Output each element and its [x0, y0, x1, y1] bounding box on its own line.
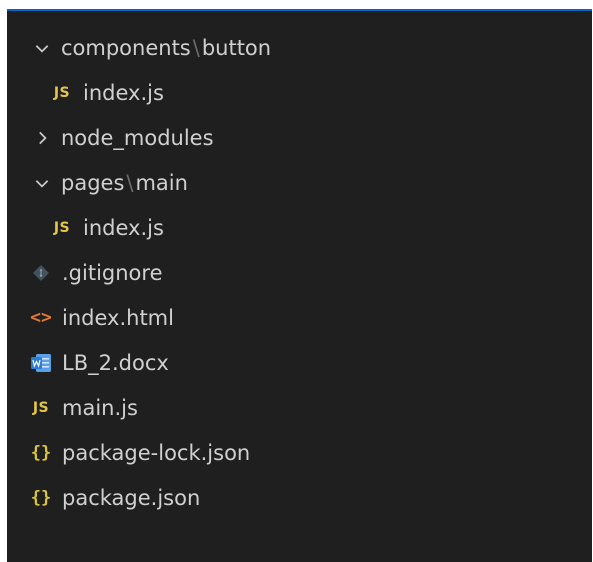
folder-node-modules[interactable]: node_modules [7, 115, 592, 160]
file-tree: components \ button JS index.js node_modul… [7, 25, 592, 520]
file-label: index.js [83, 215, 164, 240]
file-pages-main-index-js[interactable]: JS index.js [7, 205, 592, 250]
folder-label: pages [61, 170, 125, 195]
chevron-right-icon[interactable] [31, 127, 53, 149]
chevron-down-icon[interactable] [31, 172, 53, 194]
word-icon [29, 353, 53, 373]
js-icon: JS [53, 219, 71, 236]
file-package-lock-json[interactable]: {} package-lock.json [7, 430, 592, 475]
file-label: package-lock.json [62, 440, 251, 465]
file-explorer-panel: components \ button JS index.js node_modul… [7, 9, 592, 562]
js-icon: JS [32, 399, 50, 416]
html-icon: <> [30, 307, 52, 328]
file-gitignore[interactable]: .gitignore [7, 250, 592, 295]
git-icon [29, 264, 53, 282]
folder-label: node_modules [61, 125, 214, 150]
folder-components-button[interactable]: components \ button [7, 25, 592, 70]
file-label: main.js [62, 395, 138, 420]
folder-label: main [135, 170, 188, 195]
folder-pages-main[interactable]: pages \ main [7, 160, 592, 205]
file-label: index.html [62, 305, 174, 330]
path-separator: \ [192, 35, 200, 60]
file-label: package.json [62, 485, 201, 510]
file-package-json[interactable]: {} package.json [7, 475, 592, 520]
json-icon: {} [30, 487, 52, 508]
chevron-down-icon[interactable] [31, 37, 53, 59]
file-label: LB_2.docx [62, 350, 169, 375]
file-components-button-index-js[interactable]: JS index.js [7, 70, 592, 115]
file-main-js[interactable]: JS main.js [7, 385, 592, 430]
folder-label: button [201, 35, 272, 60]
js-icon: JS [53, 84, 71, 101]
file-lb-2-docx[interactable]: LB_2.docx [7, 340, 592, 385]
json-icon: {} [30, 442, 52, 463]
file-label: .gitignore [62, 260, 163, 285]
path-separator: \ [126, 170, 134, 195]
file-label: index.js [83, 80, 164, 105]
folder-label: components [61, 35, 191, 60]
file-index-html[interactable]: <> index.html [7, 295, 592, 340]
